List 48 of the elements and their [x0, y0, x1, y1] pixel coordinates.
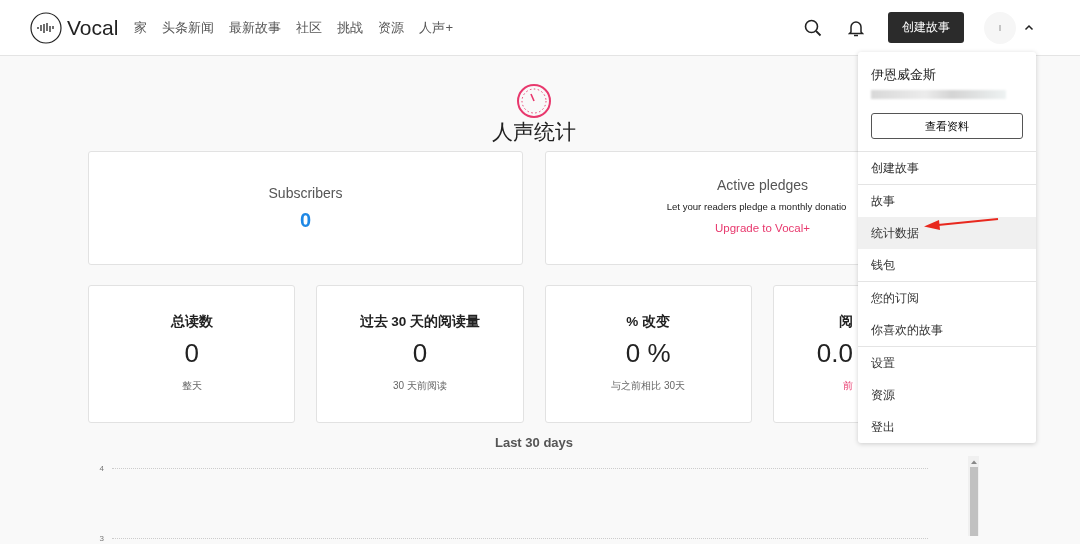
axis-label: 4 — [98, 464, 104, 473]
menu-item[interactable]: 你喜欢的故事 — [858, 314, 1036, 346]
nav-link[interactable]: 挑战 — [337, 18, 364, 37]
menu-item[interactable]: 故事 — [858, 185, 1036, 217]
stat-value: 0 % — [625, 338, 671, 369]
card-text: Let your readers pledge a monthly donatio — [666, 200, 847, 212]
nav-link[interactable]: 最新故事 — [229, 18, 282, 37]
bell-icon[interactable] — [848, 18, 864, 37]
page-title: 人声统计 — [492, 119, 576, 145]
menu-item[interactable]: 设置 — [858, 347, 1036, 379]
subscriber-count: 0 — [299, 208, 312, 232]
caret-up-icon[interactable] — [1024, 24, 1034, 31]
stat-title: 总读数 — [170, 313, 213, 331]
user-name: 伊恩威金斯 — [871, 66, 937, 84]
stat-note: 整天 — [181, 379, 202, 393]
axis-label: 3 — [98, 534, 104, 543]
logo-text[interactable]: Vocal — [67, 15, 119, 40]
menu-item[interactable]: 您的订阅 — [858, 282, 1036, 314]
menu-item[interactable]: 钱包 — [858, 249, 1036, 281]
search-icon[interactable] — [804, 18, 822, 37]
stopwatch-icon — [516, 83, 552, 119]
chart-title: Last 30 days — [493, 435, 574, 450]
stat-value: 0 — [184, 338, 199, 369]
stat-title: 阅 — [839, 313, 853, 331]
nav-link[interactable]: 社区 — [296, 18, 323, 37]
stat-value: 0 — [412, 338, 428, 369]
card-title: Active pledges — [716, 176, 809, 193]
stat-title: % 改变 — [626, 313, 670, 331]
stat-note: 与之前相比 30天 — [611, 379, 686, 393]
stat-value: 0.0 — [816, 338, 853, 369]
menu-item[interactable]: 资源 — [858, 379, 1036, 411]
upgrade-link[interactable]: Upgrade to Vocal+ — [715, 221, 810, 234]
menu-item[interactable]: 创建故事 — [858, 152, 1036, 184]
nav-link[interactable]: 家 — [134, 18, 148, 37]
stat-note: 30 天前阅读 — [392, 379, 447, 393]
view-profile-button[interactable]: 查看资料 — [871, 113, 1023, 139]
scrollbar[interactable] — [968, 456, 979, 536]
nav-link[interactable]: 资源 — [378, 18, 405, 37]
menu-item[interactable]: 登出 — [858, 411, 1036, 443]
stat-title: 过去 30 天的阅读量 — [359, 313, 481, 331]
scroll-up-icon[interactable] — [969, 459, 978, 465]
card-title: Subscribers — [268, 184, 343, 201]
nav-link[interactable]: 人声+ — [419, 18, 453, 37]
menu-item[interactable]: 统计数据 — [858, 217, 1036, 249]
stat-link[interactable]: 前 — [843, 379, 853, 393]
nav-link[interactable]: 头条新闻 — [162, 18, 215, 37]
create-story-button[interactable]: 创建故事 — [888, 12, 964, 43]
logo-icon — [30, 11, 62, 44]
